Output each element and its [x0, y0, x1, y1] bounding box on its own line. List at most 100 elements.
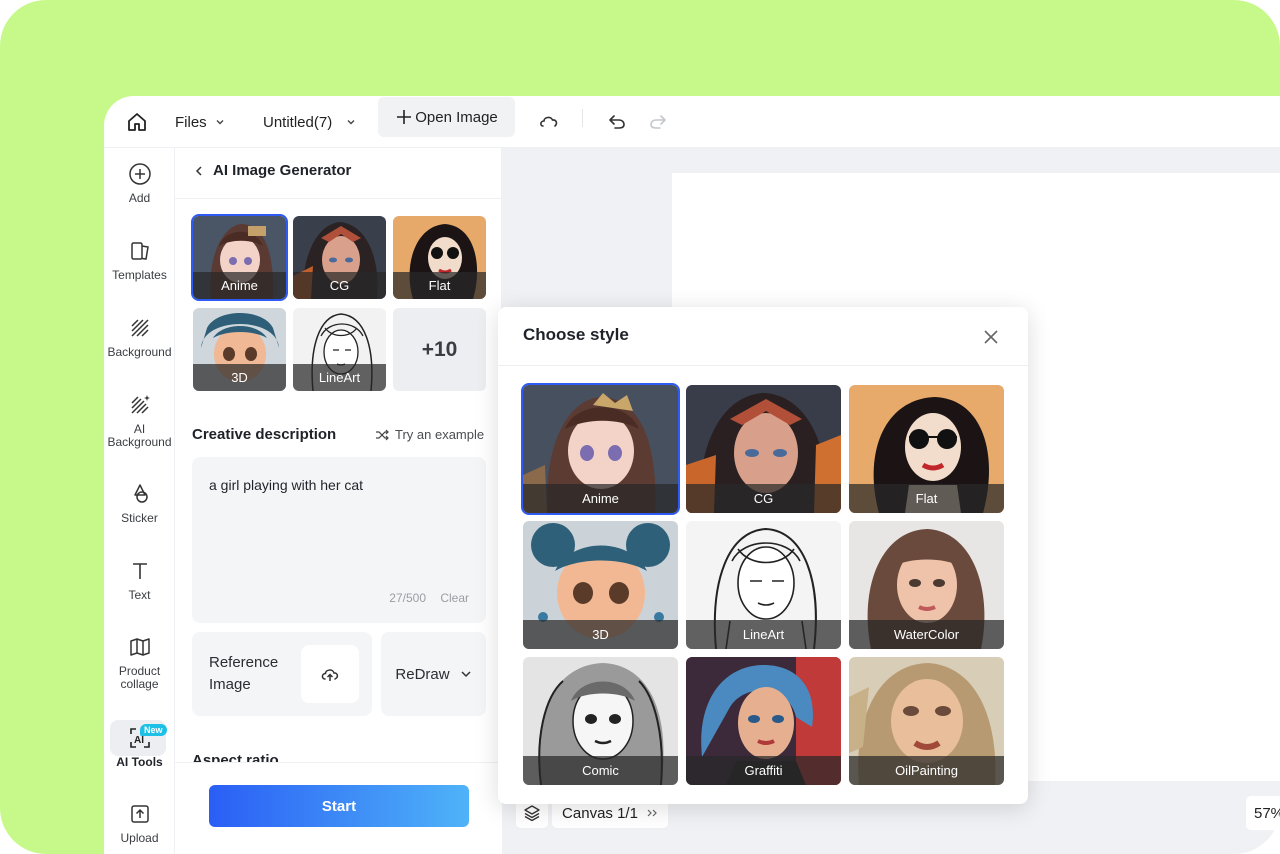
undo-icon[interactable]	[607, 96, 627, 148]
rail-label-text: Text	[128, 588, 151, 602]
zoom-level[interactable]: 57%	[1246, 796, 1280, 830]
style-thumb-label: 3D	[193, 364, 286, 391]
rail-label-product-collage-2: collage	[120, 677, 159, 691]
style-tile-label: OilPainting	[849, 756, 1004, 785]
style-tile-label: Anime	[523, 484, 678, 513]
rail-item-ai-background[interactable]: AI Background	[104, 393, 175, 449]
top-toolbar: Files Untitled(7) Open Image	[104, 96, 1280, 148]
new-badge: New	[140, 724, 167, 736]
rail-label-templates: Templates	[112, 268, 167, 282]
rail-item-sticker[interactable]: Sticker	[104, 482, 175, 525]
home-icon[interactable]	[126, 96, 148, 148]
canvas-pager-label: Canvas 1/1	[562, 804, 638, 822]
open-image-button[interactable]: Open Image	[378, 97, 515, 137]
style-tile-lineart[interactable]: LineArt	[686, 521, 841, 649]
layers-icon	[524, 805, 540, 822]
left-tool-rail: Add Templates Background AI Background S…	[104, 148, 175, 854]
style-thumb-flat[interactable]: Flat	[393, 216, 486, 299]
style-tile-label: Graffiti	[686, 756, 841, 785]
style-tile-label: 3D	[523, 620, 678, 649]
rail-label-ai-tools: AI Tools	[116, 755, 163, 769]
plus-icon	[397, 110, 412, 124]
style-tile-label: CG	[686, 484, 841, 513]
shuffle-icon	[376, 429, 389, 440]
text-icon	[132, 563, 147, 579]
chevron-down-icon	[461, 671, 471, 678]
rail-label-ai-background-2: Background	[107, 435, 172, 449]
svg-text:AI: AI	[134, 735, 144, 746]
style-tile-label: WaterColor	[849, 620, 1004, 649]
rail-item-add[interactable]: Add	[104, 162, 175, 205]
modal-divider	[498, 365, 1028, 366]
style-tile-comic[interactable]: Comic	[523, 657, 678, 785]
toolbar-divider	[582, 109, 583, 127]
rail-label-background: Background	[107, 345, 172, 359]
style-thumb-label: LineArt	[293, 364, 386, 391]
cloud-upload-icon	[321, 669, 339, 681]
more-styles-button[interactable]: +10	[393, 308, 486, 391]
ai-image-generator-panel: AI Image Generator Anime CG Flat 3D Line…	[175, 148, 502, 854]
rail-item-text[interactable]: Text	[104, 559, 175, 602]
style-tile-oilpainting[interactable]: OilPainting	[849, 657, 1004, 785]
files-label: Files	[175, 113, 207, 131]
style-thumb-label: Anime	[193, 272, 286, 299]
style-tile-anime[interactable]: Anime	[523, 385, 678, 513]
back-chevron-icon[interactable]	[193, 165, 205, 177]
rail-label-upload: Upload	[120, 831, 159, 845]
ai-background-icon	[130, 395, 150, 414]
style-tile-flat[interactable]: Flat	[849, 385, 1004, 513]
double-chevron-right-icon	[647, 809, 657, 817]
try-example-button[interactable]: Try an example	[375, 427, 484, 442]
reference-image-box: Reference Image	[192, 632, 372, 716]
style-thumb-anime[interactable]: Anime	[191, 214, 288, 301]
style-thumb-3d[interactable]: 3D	[193, 308, 286, 391]
rail-label-add: Add	[128, 191, 151, 205]
clear-button[interactable]: Clear	[440, 591, 469, 605]
background-hatch-icon	[130, 319, 149, 337]
redraw-dropdown[interactable]: ReDraw	[381, 632, 486, 716]
chevron-down-icon	[347, 120, 355, 125]
reference-image-label: Reference Image	[209, 654, 279, 693]
style-tile-watercolor[interactable]: WaterColor	[849, 521, 1004, 649]
style-tile-label: Flat	[849, 484, 1004, 513]
description-text: a girl playing with her cat	[209, 477, 364, 493]
rail-item-upload[interactable]: Upload	[104, 802, 175, 845]
document-name-menu[interactable]: Untitled(7)	[263, 96, 356, 148]
style-thumb-cg[interactable]: CG	[293, 216, 386, 299]
sticker-icon	[133, 484, 148, 503]
try-example-label: Try an example	[395, 427, 485, 442]
description-textarea[interactable]: a girl playing with her cat 27/500 Clear	[192, 457, 486, 623]
style-tile-cg[interactable]: CG	[686, 385, 841, 513]
close-icon[interactable]	[981, 327, 1001, 347]
redo-icon[interactable]	[648, 96, 668, 148]
redraw-label: ReDraw	[395, 665, 450, 683]
screenshot-frame: Files Untitled(7) Open Image Add Templat…	[0, 0, 1280, 854]
cloud-save-icon[interactable]	[538, 96, 560, 148]
style-tile-label: LineArt	[686, 620, 841, 649]
creative-description-title: Creative description	[192, 426, 337, 443]
panel-header: AI Image Generator	[193, 162, 351, 179]
open-image-label: Open Image	[415, 108, 498, 126]
upload-icon	[130, 805, 149, 823]
modal-title: Choose style	[523, 325, 629, 344]
files-menu[interactable]: Files	[175, 96, 225, 148]
style-thumb-label: Flat	[393, 272, 486, 299]
document-name: Untitled(7)	[263, 113, 333, 131]
style-tile-label: Comic	[523, 756, 678, 785]
style-thumb-lineart[interactable]: LineArt	[293, 308, 386, 391]
reference-upload-button[interactable]	[301, 645, 359, 703]
collage-map-icon	[129, 638, 150, 656]
rail-item-templates[interactable]: Templates	[104, 239, 175, 282]
style-tile-3d[interactable]: 3D	[523, 521, 678, 649]
start-button[interactable]: Start	[209, 785, 469, 827]
templates-icon	[130, 242, 149, 260]
style-thumb-label: CG	[293, 272, 386, 299]
rail-item-background[interactable]: Background	[104, 316, 175, 359]
style-tile-graffiti[interactable]: Graffiti	[686, 657, 841, 785]
character-counter: 27/500	[389, 591, 426, 605]
choose-style-modal: Choose style Anime CG Flat 3D LineArt Wa…	[498, 307, 1028, 804]
add-circle-icon	[128, 163, 151, 185]
rail-item-product-collage[interactable]: Product collage	[104, 635, 175, 691]
rail-label-sticker: Sticker	[121, 511, 158, 525]
panel-divider	[175, 198, 502, 199]
